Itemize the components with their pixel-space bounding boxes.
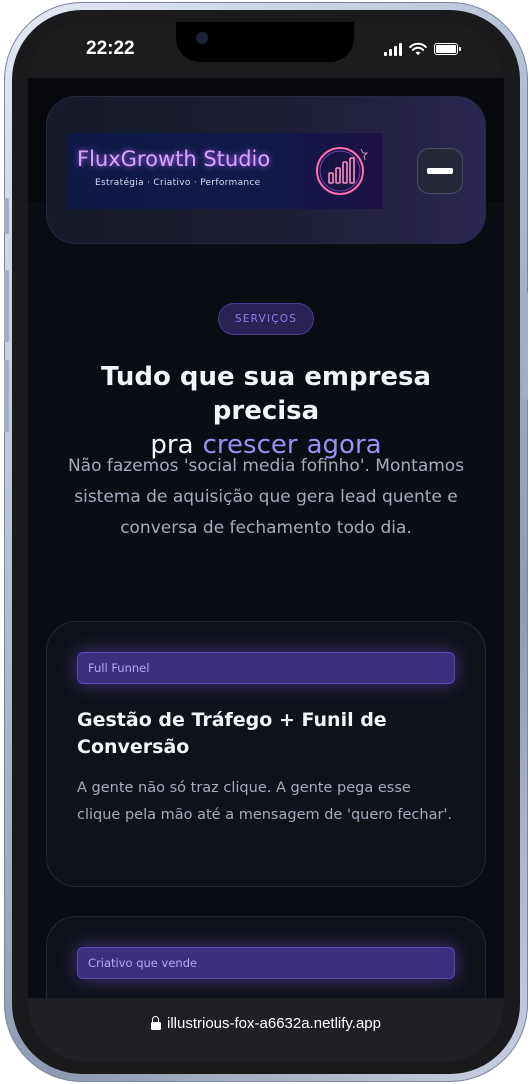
lock-icon [150, 1016, 161, 1030]
brand-logo[interactable]: FluxGrowth Studio Estratégia · Criativo … [67, 133, 383, 209]
service-tag: Criativo que vende [77, 947, 455, 979]
battery-fill [436, 45, 456, 53]
address-row: illustrious-fox-a6632a.netlify.app [150, 1013, 381, 1033]
mute-switch [4, 198, 9, 234]
battery-icon [434, 43, 461, 55]
camera-icon [196, 32, 208, 44]
service-title: Gestão de Tráfego + Funil de Conversão [77, 709, 387, 758]
service-card[interactable]: Full Funnel Gestão de Tráfego + Funil de… [46, 621, 486, 887]
power-button [523, 292, 528, 400]
url-text: illustrious-fox-a6632a.netlify.app [166, 1014, 381, 1032]
cellular-signal-icon [384, 42, 402, 56]
section-badge: SERVIÇOS [218, 303, 314, 335]
status-time: 22:22 [86, 38, 135, 59]
menu-icon [427, 168, 453, 174]
status-icons [384, 41, 461, 57]
service-description: A gente não só traz clique. A gente pega… [77, 780, 453, 823]
menu-button[interactable] [417, 148, 463, 194]
page: FluxGrowth Studio Estratégia · Criativo … [28, 78, 504, 1062]
section-title: Tudo que sua empresa precisa pra crescer… [48, 360, 484, 462]
section-title-line1: Tudo que sua empresa precisa [100, 362, 432, 426]
volume-up-button [4, 270, 9, 342]
volume-down-button [4, 360, 9, 432]
wifi-icon [409, 42, 427, 56]
status-bar: 22:22 [28, 22, 504, 78]
phone-screen: 22:22 FluxGrowth Studio Estratégia · Cri… [28, 22, 504, 1062]
service-tag: Full Funnel [77, 652, 455, 684]
section-description: Não fazemos 'social media fofinho'. Mont… [67, 456, 465, 538]
brand-tagline: Estratégia · Criativo · Performance [95, 178, 261, 188]
notch [176, 22, 354, 62]
brand-name: FluxGrowth Studio [77, 147, 271, 171]
site-header: FluxGrowth Studio Estratégia · Criativo … [46, 96, 486, 244]
browser-address-bar[interactable]: illustrious-fox-a6632a.netlify.app [28, 998, 504, 1062]
bar-chart-icon [316, 147, 368, 195]
